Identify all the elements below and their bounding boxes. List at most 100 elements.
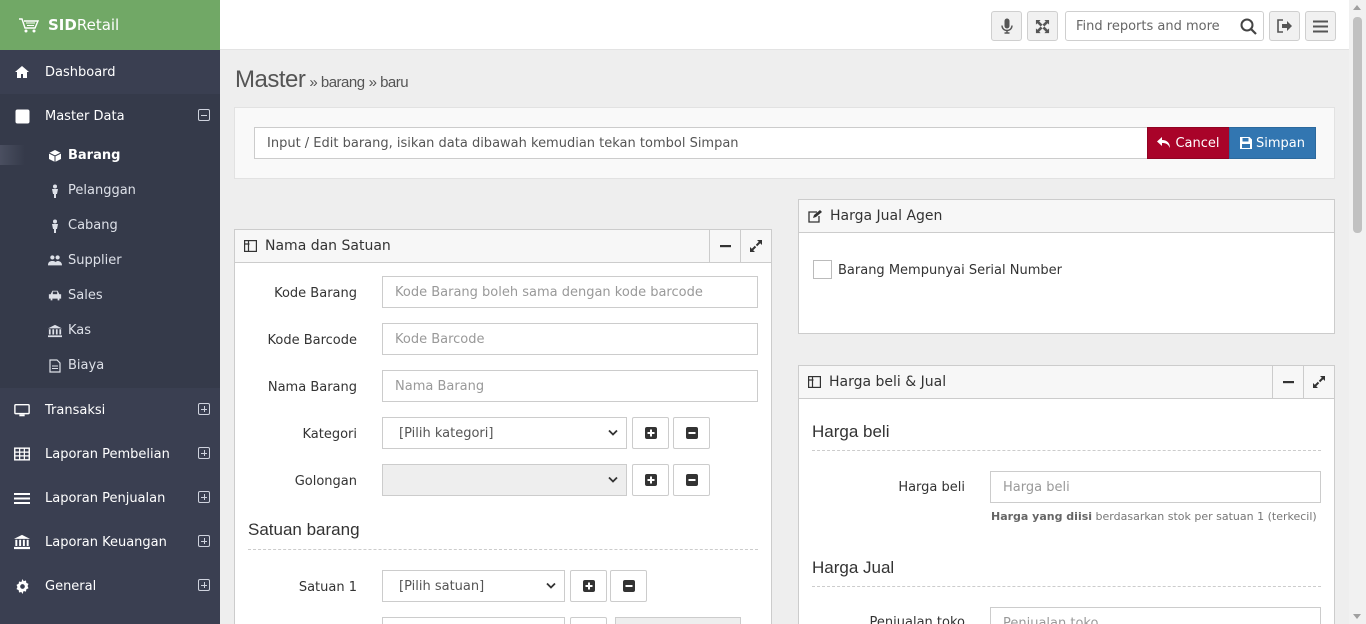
golongan-label: Golongan: [294, 474, 357, 489]
nav-transaksi-label: Transaksi: [45, 402, 106, 418]
sub-item-label: Biaya: [68, 358, 105, 373]
satuan1-select[interactable]: [Pilih satuan]: [382, 570, 565, 602]
nav-laporan-pembelian[interactable]: Laporan Pembelian: [0, 432, 220, 476]
kode-barang-input[interactable]: [382, 276, 758, 308]
expand-icon[interactable]: [198, 491, 210, 503]
menu-button[interactable]: [1305, 11, 1336, 41]
undo-icon: [1157, 137, 1171, 148]
nav-general-label: General: [45, 578, 97, 594]
microphone-icon: [1000, 18, 1013, 34]
expand-icon[interactable]: [198, 579, 210, 591]
expand-icon[interactable]: [198, 447, 210, 459]
kode-barcode-input[interactable]: [382, 323, 758, 355]
edit-icon: [808, 209, 822, 223]
chevron-down-icon: [546, 582, 556, 589]
satuan2-select[interactable]: [382, 617, 565, 624]
nav-laporan-penjualan-label: Laporan Penjualan: [45, 490, 166, 506]
nav-dashboard[interactable]: Dashboard: [0, 50, 220, 94]
scroll-up-arrow[interactable]: [1353, 5, 1361, 10]
nav-transaksi[interactable]: Transaksi: [0, 388, 220, 432]
person-icon: [48, 184, 62, 198]
scroll-down-arrow[interactable]: [1353, 614, 1361, 619]
fullscreen-widget-button[interactable]: [740, 230, 771, 262]
widget-harga-beli-jual: Harga beli & Jual Harga beli Harga beli …: [798, 365, 1335, 624]
minimize-button[interactable]: [1272, 366, 1303, 398]
info-text: Input / Edit barang, isikan data dibawah…: [254, 127, 1148, 159]
brand-logo[interactable]: SID Retail: [0, 0, 220, 50]
voice-button[interactable]: [991, 11, 1022, 41]
collapse-icon[interactable]: [198, 109, 210, 121]
page-scrollbar[interactable]: [1349, 0, 1366, 624]
search-box: [1065, 11, 1264, 41]
master-submenu: Barang Pelanggan Cabang Supplier Sales K…: [0, 138, 220, 388]
table-icon: [14, 446, 30, 462]
nav-master-data[interactable]: Master Data: [0, 94, 220, 138]
kode-barcode-label: Kode Barcode: [267, 333, 357, 348]
section-divider: [812, 586, 1321, 587]
sub-item-pelanggan[interactable]: Pelanggan: [0, 173, 220, 208]
widget-nama-satuan: Nama dan Satuan Kode Barang Kode Barcode…: [234, 229, 772, 624]
chevron-down-icon: [608, 476, 618, 483]
cancel-button[interactable]: Cancel: [1147, 127, 1230, 159]
section-divider: [812, 450, 1321, 451]
expand-icon: [1313, 376, 1325, 388]
page-title-text: Master: [235, 66, 306, 93]
widget-header: Nama dan Satuan: [235, 230, 771, 263]
widget-header: Harga beli & Jual: [799, 366, 1334, 399]
fullscreen-button[interactable]: [1027, 11, 1058, 41]
save-button[interactable]: Simpan: [1229, 127, 1316, 159]
satuan1-value: [Pilih satuan]: [399, 578, 485, 594]
topbar: [220, 0, 1366, 50]
nav-laporan-pembelian-label: Laporan Pembelian: [45, 446, 170, 462]
nav-laporan-keuangan[interactable]: Laporan Keuangan: [0, 520, 220, 564]
satuan-section-title: Satuan barang: [248, 520, 360, 539]
serial-number-checkbox[interactable]: [813, 260, 832, 279]
remove-golongan-button[interactable]: [673, 464, 710, 496]
section-divider: [248, 549, 758, 550]
expand-icon[interactable]: [198, 403, 210, 415]
harga-beli-input[interactable]: [990, 471, 1321, 503]
sub-item-barang[interactable]: Barang: [0, 138, 220, 173]
add-kategori-button[interactable]: [632, 417, 669, 449]
golongan-select[interactable]: [382, 464, 627, 496]
penjualan-toko-input[interactable]: [990, 607, 1321, 624]
harga-beli-label: Harga beli: [898, 480, 965, 495]
remove-satuan-button[interactable]: [610, 570, 647, 602]
sub-item-supplier[interactable]: Supplier: [0, 243, 220, 278]
kategori-label: Kategori: [302, 427, 357, 442]
brand-name-bold: SID: [48, 16, 77, 34]
minus-square-icon: [622, 580, 635, 592]
expand-icon[interactable]: [198, 535, 210, 547]
page-title: Master » barang » baru: [235, 66, 409, 94]
satuan2-konversi-input[interactable]: [615, 617, 741, 624]
breadcrumb-barang[interactable]: » barang: [309, 74, 365, 91]
add-satuan-button[interactable]: [570, 570, 607, 602]
sub-item-sales[interactable]: Sales: [0, 278, 220, 313]
cancel-label: Cancel: [1175, 135, 1220, 151]
logout-button[interactable]: [1269, 11, 1300, 41]
minus-square-icon: [685, 474, 698, 486]
nav-general[interactable]: General: [0, 564, 220, 608]
add-satuan2-button[interactable]: [570, 617, 607, 624]
table-icon: [808, 376, 821, 388]
kategori-value: [Pilih kategori]: [399, 425, 494, 441]
breadcrumb-baru: » baru: [368, 74, 409, 91]
minus-square-icon: [685, 427, 698, 439]
nama-barang-input[interactable]: [382, 370, 758, 402]
bank-icon: [48, 324, 62, 338]
add-golongan-button[interactable]: [632, 464, 669, 496]
search-input[interactable]: [1066, 12, 1231, 40]
minimize-button[interactable]: [709, 230, 740, 262]
sub-item-biaya[interactable]: Biaya: [0, 348, 220, 383]
sub-item-label: Sales: [68, 288, 103, 303]
kategori-select[interactable]: [Pilih kategori]: [382, 417, 627, 449]
home-icon: [14, 64, 30, 80]
fullscreen-widget-button[interactable]: [1303, 366, 1334, 398]
nav-laporan-keuangan-label: Laporan Keuangan: [45, 534, 167, 550]
nav-laporan-penjualan[interactable]: Laporan Penjualan: [0, 476, 220, 520]
sub-item-cabang[interactable]: Cabang: [0, 208, 220, 243]
scroll-thumb[interactable]: [1353, 17, 1362, 233]
bank-icon: [14, 534, 30, 550]
sub-item-kas[interactable]: Kas: [0, 313, 220, 348]
remove-kategori-button[interactable]: [673, 417, 710, 449]
